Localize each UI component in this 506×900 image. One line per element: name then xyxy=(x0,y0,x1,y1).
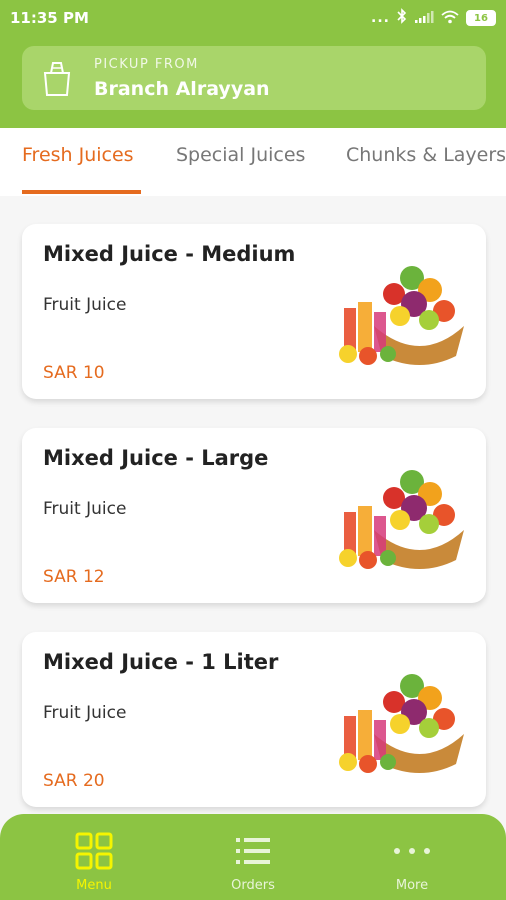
fruit-basket-image xyxy=(339,674,464,773)
bottom-nav: Menu Orders More xyxy=(0,814,506,900)
pickup-branch-selector[interactable]: PICKUP FROM Branch Alrayyan xyxy=(22,46,486,110)
fruit-basket-image xyxy=(339,470,464,569)
shopping-bag-icon xyxy=(42,59,72,101)
tab-special-juices[interactable]: Special Juices xyxy=(176,144,305,166)
pickup-label: PICKUP FROM xyxy=(94,57,199,72)
battery-icon: 16 xyxy=(466,10,496,26)
tab-fresh-juices[interactable]: Fresh Juices xyxy=(22,144,134,166)
category-tabs: Fresh Juices Special Juices Chunks & Lay… xyxy=(0,128,506,196)
product-price: SAR 10 xyxy=(43,363,105,383)
grid-icon xyxy=(75,832,113,874)
product-category: Fruit Juice xyxy=(43,295,127,315)
product-card[interactable]: Mixed Juice - Large Fruit Juice SAR 12 xyxy=(22,428,486,603)
nav-menu-label: Menu xyxy=(76,878,112,893)
product-category: Fruit Juice xyxy=(43,499,127,519)
product-name: Mixed Juice - Large xyxy=(43,446,269,470)
product-price: SAR 20 xyxy=(43,771,105,791)
header: 11:35 PM ... 16 PICKUP FROM Branch Alray… xyxy=(0,0,506,128)
nav-more[interactable]: More xyxy=(328,814,496,900)
nav-menu[interactable]: Menu xyxy=(10,814,178,900)
fruit-basket-image xyxy=(339,266,464,365)
status-bar: 11:35 PM ... 16 xyxy=(0,0,506,36)
product-name: Mixed Juice - Medium xyxy=(43,242,296,266)
bluetooth-icon xyxy=(397,8,407,28)
wifi-icon xyxy=(441,9,459,28)
notification-dots-icon: ... xyxy=(371,10,390,26)
product-card[interactable]: Mixed Juice - Medium Fruit Juice SAR 10 xyxy=(22,224,486,399)
more-dots-icon xyxy=(393,832,431,874)
nav-orders-label: Orders xyxy=(231,878,275,893)
product-category: Fruit Juice xyxy=(43,703,127,723)
nav-more-label: More xyxy=(395,878,429,893)
pickup-branch-name: Branch Alrayyan xyxy=(94,78,270,100)
list-icon xyxy=(234,832,272,874)
signal-icon xyxy=(414,9,434,28)
status-time: 11:35 PM xyxy=(10,9,89,27)
tab-chunks-layers[interactable]: Chunks & Layers xyxy=(346,144,506,166)
nav-orders[interactable]: Orders xyxy=(169,814,337,900)
product-name: Mixed Juice - 1 Liter xyxy=(43,650,279,674)
app: 11:35 PM ... 16 PICKUP FROM Branch Alray… xyxy=(0,0,506,900)
active-tab-indicator xyxy=(22,190,141,194)
product-price: SAR 12 xyxy=(43,567,105,587)
status-icons: ... 16 xyxy=(371,8,496,28)
product-card[interactable]: Mixed Juice - 1 Liter Fruit Juice SAR 20 xyxy=(22,632,486,807)
